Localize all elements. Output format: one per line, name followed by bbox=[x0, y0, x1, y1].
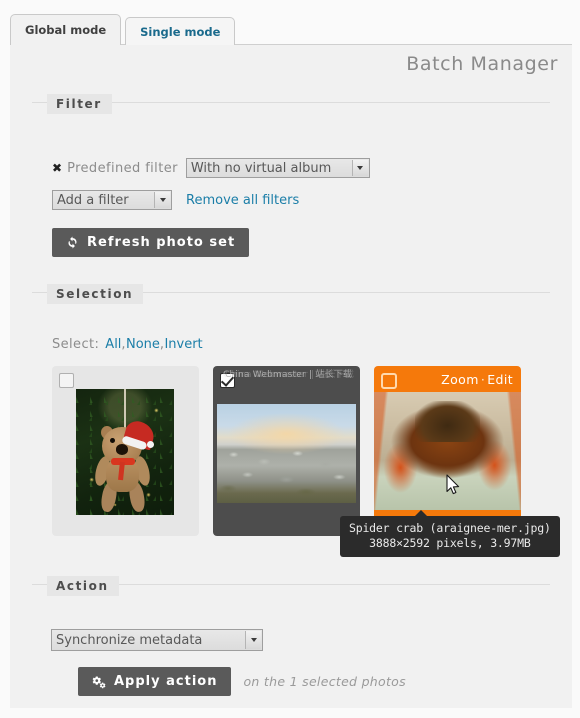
predefined-filter-label: Predefined filter bbox=[67, 160, 178, 176]
add-filter-value: Add a filter bbox=[57, 192, 129, 208]
hanging-string bbox=[124, 389, 126, 432]
filter-fieldset: Filter ✖ Predefined filter With no virtu… bbox=[32, 94, 550, 257]
chevron-down-icon bbox=[351, 160, 368, 176]
refresh-photo-set-label: Refresh photo set bbox=[87, 235, 236, 250]
predefined-filter-select[interactable]: With no virtual album bbox=[185, 158, 370, 178]
select-all-link[interactable]: All bbox=[105, 337, 121, 352]
chevron-down-icon bbox=[245, 631, 261, 649]
thumbnail-item-2[interactable]: China Webmaster | 站长下载 China Webmaster |… bbox=[213, 366, 360, 536]
selection-legend: Selection bbox=[47, 284, 144, 304]
select-none-link[interactable]: None bbox=[126, 337, 160, 352]
action-body: Synchronize metadata Apply action on the… bbox=[32, 602, 550, 696]
gears-icon bbox=[92, 675, 106, 689]
selection-body: Select: All , None , Invert China Webmas… bbox=[32, 310, 550, 541]
selected-photos-note: on the 1 selected photos bbox=[243, 674, 406, 689]
tooltip-details: 3888×2592 pixels, 3.97MB bbox=[369, 536, 531, 550]
thumbnail-1-image bbox=[76, 389, 174, 515]
thumbnail-item-1[interactable] bbox=[52, 366, 199, 536]
thumbnail-2-image bbox=[217, 404, 356, 503]
watermark-overlay: China Webmaster | 站长下载 China Webmaster |… bbox=[223, 367, 355, 380]
watermark-text-shadow: China Webmaster | 站长下载 bbox=[225, 370, 355, 380]
add-filter-select[interactable]: Add a filter bbox=[52, 190, 172, 210]
thumbnail-3-checkbox[interactable] bbox=[381, 373, 397, 389]
tab-single-mode[interactable]: Single mode bbox=[125, 17, 236, 45]
tab-global-mode[interactable]: Global mode bbox=[10, 14, 122, 45]
selection-legend-bar: Selection bbox=[32, 284, 550, 310]
zoom-link[interactable]: Zoom bbox=[441, 372, 479, 387]
refresh-photo-set-button[interactable]: Refresh photo set bbox=[52, 228, 250, 257]
selection-fieldset: Selection Select: All , None , Invert Ch… bbox=[32, 284, 550, 541]
edit-link[interactable]: Edit bbox=[487, 372, 513, 387]
batch-manager-panel: Batch Manager Filter ✖ Predefined filter… bbox=[10, 44, 572, 708]
tab-single-mode-label: Single mode bbox=[140, 24, 221, 39]
thumbnail-2-frame bbox=[213, 366, 360, 536]
apply-action-row: Apply action on the 1 selected photos bbox=[78, 667, 550, 696]
select-invert-link[interactable]: Invert bbox=[164, 337, 202, 352]
action-legend: Action bbox=[47, 576, 119, 596]
thumbnail-3-image bbox=[374, 392, 521, 510]
tooltip-title: Spider crab (araignee-mer.jpg) bbox=[349, 521, 551, 535]
remove-predefined-filter-icon[interactable]: ✖ bbox=[52, 162, 62, 174]
filter-body: ✖ Predefined filter With no virtual albu… bbox=[32, 120, 550, 257]
predefined-filter-value: With no virtual album bbox=[190, 160, 332, 176]
tab-global-mode-label: Global mode bbox=[25, 23, 107, 37]
apply-action-button[interactable]: Apply action bbox=[78, 667, 232, 696]
thumbnail-1-checkbox[interactable] bbox=[59, 373, 74, 388]
thumbnail-grid: China Webmaster | 站长下载 China Webmaster |… bbox=[52, 366, 550, 541]
filter-legend: Filter bbox=[47, 94, 112, 114]
apply-action-label: Apply action bbox=[114, 674, 218, 689]
refresh-icon bbox=[66, 236, 79, 249]
select-label: Select: bbox=[52, 337, 100, 352]
photo-tooltip: Spider crab (araignee-mer.jpg) 3888×2592… bbox=[340, 510, 560, 557]
remove-all-filters-link[interactable]: Remove all filters bbox=[186, 193, 299, 208]
bear-snout bbox=[116, 444, 128, 455]
chevron-down-icon bbox=[154, 192, 170, 208]
predefined-filter-row: ✖ Predefined filter With no virtual albu… bbox=[52, 158, 550, 178]
select-links-row: Select: All , None , Invert bbox=[52, 337, 550, 352]
action-select-value: Synchronize metadata bbox=[56, 632, 203, 648]
thumbnail-3-actions: Zoom · Edit bbox=[441, 372, 513, 387]
mode-tabs: Global mode Single mode bbox=[10, 14, 236, 45]
thumbnail-1-frame bbox=[52, 366, 199, 536]
filter-legend-bar: Filter bbox=[32, 94, 550, 120]
thumbnail-item-3[interactable]: Zoom · Edit bbox=[374, 366, 521, 536]
add-filter-row: Add a filter Remove all filters bbox=[52, 190, 550, 210]
page-title: Batch Manager bbox=[406, 53, 558, 75]
action-select[interactable]: Synchronize metadata bbox=[51, 629, 263, 651]
action-legend-bar: Action bbox=[32, 576, 550, 602]
action-fieldset: Action Synchronize metadata Apply action bbox=[32, 576, 550, 696]
action-separator: · bbox=[480, 371, 486, 387]
